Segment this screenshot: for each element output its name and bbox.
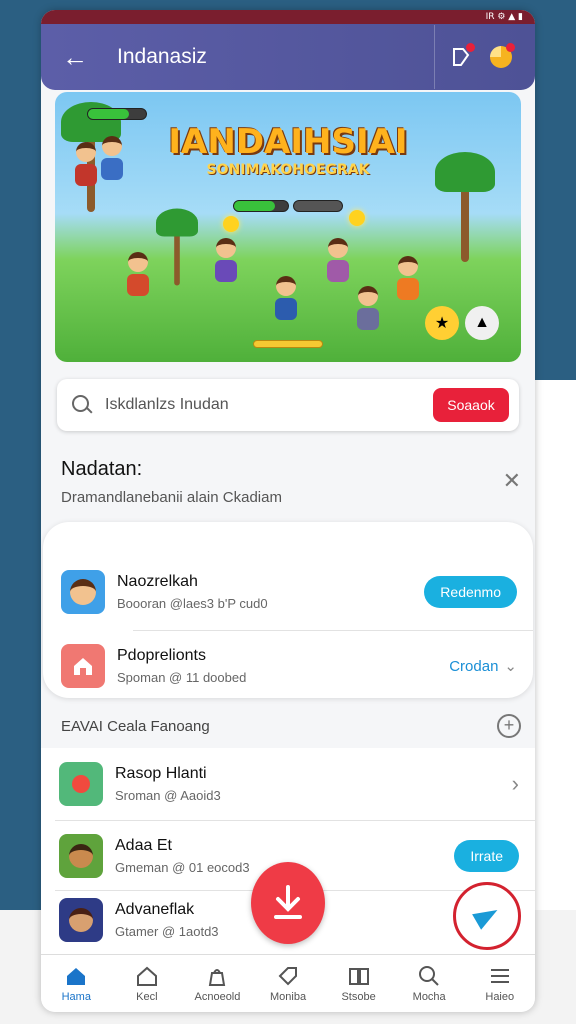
item-meta: Spoman @ 11 doobed: [117, 670, 247, 685]
download-fab-button[interactable]: [251, 862, 325, 944]
palm-tree-image: [156, 208, 198, 286]
bag-shape: [209, 968, 226, 986]
menu-shape: [490, 968, 509, 983]
search-bar: Soaaok: [57, 379, 519, 431]
notification-dot: [506, 43, 515, 52]
tag-icon[interactable]: [441, 37, 481, 77]
nav-label: Haieo: [485, 990, 515, 1003]
bag-icon: [206, 965, 228, 987]
hat-icon[interactable]: ▲: [465, 306, 499, 340]
coin-icon: [223, 216, 239, 232]
item-name: Adaa Et: [115, 837, 172, 854]
list-item[interactable]: Naozrelkah Boooran @laes3 b'P cud0 Reden…: [43, 556, 533, 628]
chevron-down-icon: ⌄: [504, 658, 517, 675]
paper-plane-icon: [472, 902, 502, 930]
game-banner[interactable]: IANDAIHSIAI SONIMAKOHOEGRAK ★ ▲: [55, 92, 521, 362]
section-title: Nadatan:: [61, 458, 143, 480]
app-thumbnail-icon: [59, 898, 103, 942]
nav-item-stsobe[interactable]: Stsobe: [323, 955, 394, 1012]
list-item[interactable]: Pdoprelionts Spoman @ 11 doobed Crodan ⌄: [43, 630, 533, 702]
app-thumbnail-icon: [59, 762, 103, 806]
appbar-divider: [434, 25, 435, 89]
book-icon: [348, 965, 370, 987]
action-button[interactable]: Redenmo: [424, 576, 517, 608]
dropdown-button[interactable]: Crodan ⌄: [449, 657, 517, 676]
house-outline-shape: [136, 966, 157, 986]
character-image: [73, 142, 99, 188]
item-name: Naozrelkah: [117, 573, 198, 590]
bottom-nav: Hama Kecl Acnoeold Moniba Stsobe Mocha H…: [41, 954, 535, 1012]
home-icon: [65, 965, 87, 987]
add-icon[interactable]: +: [497, 714, 521, 738]
house-shape: [74, 658, 92, 675]
nav-label: Stsobe: [341, 990, 376, 1003]
send-fab-button[interactable]: [453, 882, 521, 950]
back-arrow-icon[interactable]: ←: [55, 37, 95, 77]
nav-item-acnoeold[interactable]: Acnoeold: [182, 955, 253, 1012]
star-icon[interactable]: ★: [425, 306, 459, 340]
tag-icon: [277, 965, 299, 987]
tag-outline-shape: [278, 966, 298, 985]
download-arrow-icon: [274, 885, 302, 919]
item-meta: Boooran @laes3 b'P cud0: [117, 596, 268, 611]
section2-header: EAVAI Ceala Fanoang +: [61, 712, 521, 740]
close-icon[interactable]: ✕: [503, 468, 521, 494]
character-image: [213, 238, 239, 284]
book-shape: [348, 967, 369, 985]
app-thumbnail-icon: [61, 570, 105, 614]
search-icon: [71, 394, 93, 416]
search-shape: [419, 965, 439, 986]
nav-label: Kecl: [136, 990, 158, 1003]
item-name: Rasop Hlanti: [115, 765, 207, 782]
chevron-right-icon[interactable]: ›: [512, 771, 519, 797]
character-image: [325, 238, 351, 284]
nav-label: Mocha: [412, 990, 446, 1003]
nav-label: Hama: [61, 990, 91, 1003]
coin-icon: [349, 210, 365, 226]
nav-item-moniba[interactable]: Moniba: [253, 955, 324, 1012]
nav-item-home[interactable]: Hama: [41, 955, 112, 1012]
house-outline-icon: [136, 965, 158, 987]
nav-label: Acnoeold: [194, 990, 241, 1003]
hud-bar: [233, 200, 289, 212]
character-image: [99, 136, 125, 182]
hud-health-bar: [87, 108, 147, 120]
notification-dot: [466, 43, 475, 52]
status-bar: IR ⚙ ▲ ▮: [41, 10, 535, 24]
character-image: [355, 286, 381, 332]
phone-screen: IR ⚙ ▲ ▮ ← Indanasiz IANDAIHSIAI SONIMAK…: [41, 10, 535, 1012]
list-item[interactable]: Rasop Hlanti Sroman @ Aaoid3 ›: [41, 748, 535, 820]
item-meta: Sroman @ Aaoid3: [115, 788, 221, 803]
character-image: [395, 256, 421, 302]
nav-item-haieo[interactable]: Haieo: [464, 955, 535, 1012]
nav-item-mocha[interactable]: Mocha: [394, 955, 465, 1012]
search-icon: [418, 965, 440, 987]
character-image: [273, 276, 299, 322]
menu-icon: [489, 965, 511, 987]
hud-bar: [293, 200, 343, 212]
app-bar: ← Indanasiz: [41, 24, 535, 90]
nav-label: Moniba: [269, 990, 307, 1003]
action-button[interactable]: Irrate: [454, 840, 519, 872]
character-image: [125, 252, 151, 298]
nav-item-kecl[interactable]: Kecl: [112, 955, 183, 1012]
featured-card: Naozrelkah Boooran @laes3 b'P cud0 Reden…: [43, 522, 533, 698]
profile-pie-icon[interactable]: [481, 37, 521, 77]
section-subtitle: Dramandlanebanii alain Ckadiam: [61, 489, 282, 506]
home-shape: [67, 967, 86, 985]
page-title: Indanasiz: [117, 45, 207, 68]
search-button[interactable]: Soaaok: [433, 388, 509, 422]
app-thumbnail-icon: [59, 834, 103, 878]
section-header: Nadatan: Dramandlanebanii alain Ckadiam …: [61, 458, 521, 506]
status-icons: IR ⚙ ▲ ▮: [485, 12, 523, 22]
banner-progress-bar: [253, 340, 323, 348]
house-icon: [61, 644, 105, 688]
search-input[interactable]: [105, 396, 433, 414]
dropdown-label: Crodan: [449, 657, 499, 675]
section2-label: EAVAI Ceala Fanoang: [61, 717, 210, 735]
item-name: Pdoprelionts: [117, 647, 206, 664]
